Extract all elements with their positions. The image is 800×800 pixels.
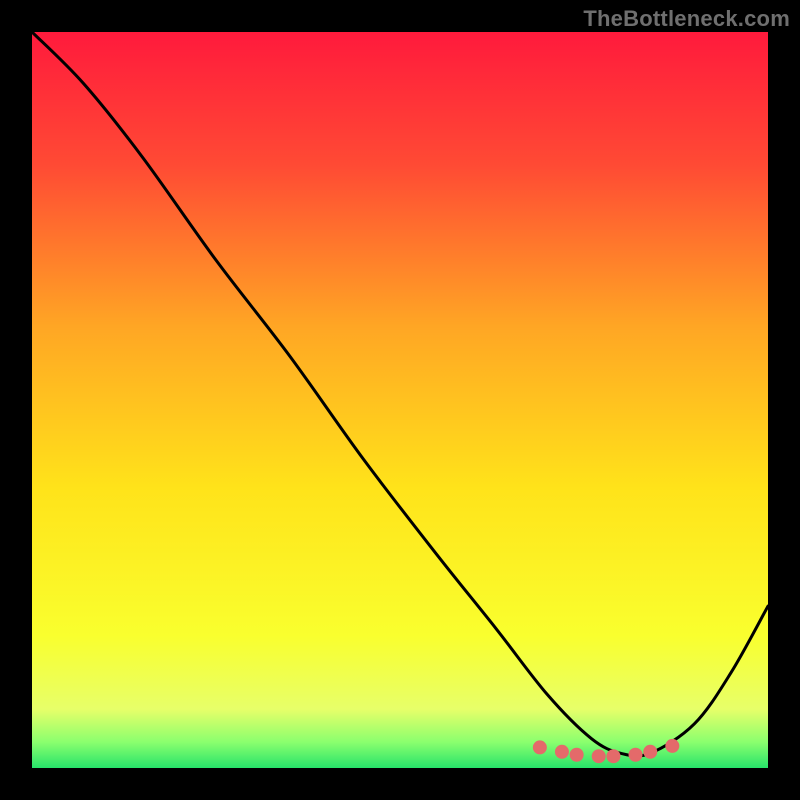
- watermark-text: TheBottleneck.com: [583, 6, 790, 32]
- chart-svg: [32, 32, 768, 768]
- trough-marker: [665, 739, 679, 753]
- trough-marker: [643, 745, 657, 759]
- trough-marker: [629, 748, 643, 762]
- trough-marker: [606, 749, 620, 763]
- chart-plot: [32, 32, 768, 768]
- chart-frame: TheBottleneck.com: [0, 0, 800, 800]
- trough-marker: [570, 748, 584, 762]
- trough-marker: [592, 749, 606, 763]
- gradient-background: [32, 32, 768, 768]
- trough-marker: [533, 740, 547, 754]
- trough-marker: [555, 745, 569, 759]
